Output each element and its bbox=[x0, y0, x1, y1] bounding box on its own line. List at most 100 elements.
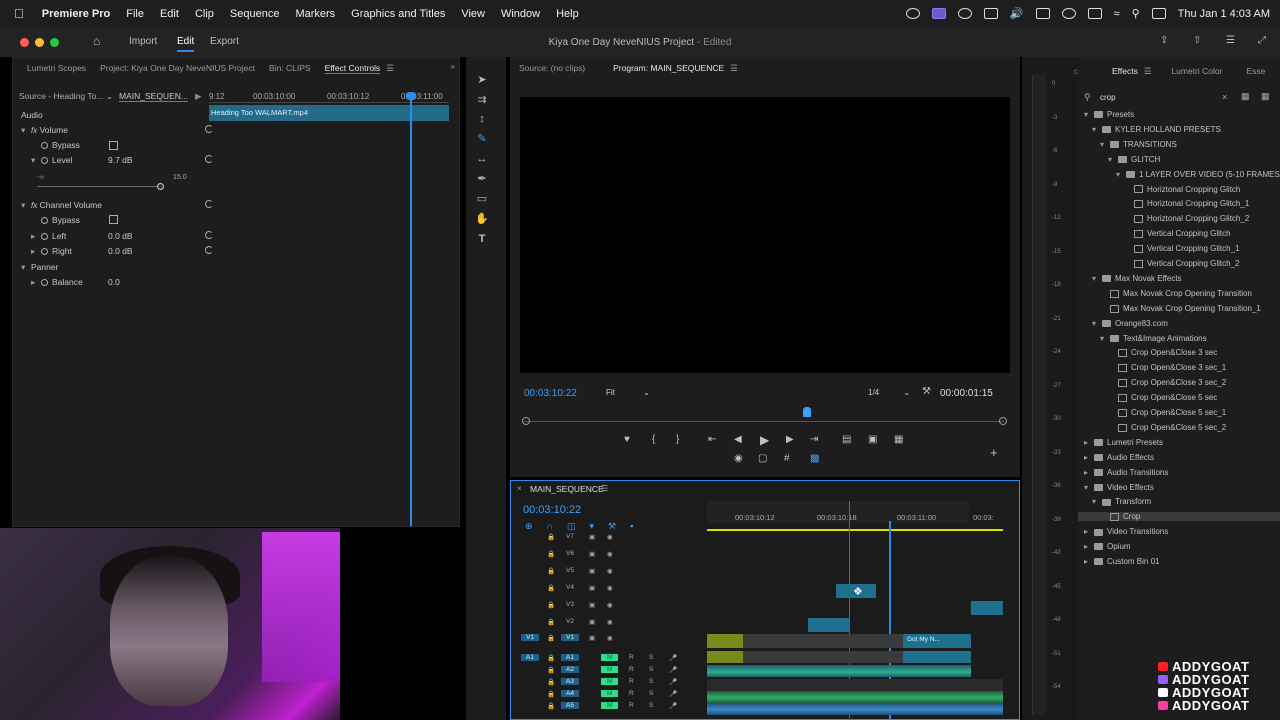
collapse-triangle-icon[interactable]: ▾ bbox=[1092, 497, 1099, 506]
rectangle-tool-icon[interactable]: ▭ bbox=[475, 192, 489, 206]
scrub-bar[interactable] bbox=[524, 421, 1004, 422]
volume-icon[interactable]: 🔊 bbox=[1010, 7, 1024, 20]
solo-button[interactable]: S bbox=[649, 690, 653, 697]
play-only-icon[interactable]: ▶ bbox=[195, 91, 202, 102]
sequence-tab[interactable]: MAIN_SEQUENCE bbox=[530, 484, 604, 494]
mark-out-icon[interactable]: } bbox=[676, 434, 679, 445]
step-back-icon[interactable]: ◀ bbox=[734, 434, 742, 445]
track-v3[interactable]: 🔒 V3 ▣ ◉ bbox=[511, 601, 711, 615]
solo-button[interactable]: S bbox=[649, 702, 653, 709]
record-button[interactable]: R bbox=[629, 690, 634, 697]
tab-essential[interactable]: Esse bbox=[1246, 66, 1265, 76]
audio-clip-a1-gray[interactable] bbox=[743, 651, 903, 663]
program-playhead[interactable] bbox=[803, 407, 811, 417]
apple-icon[interactable]:  bbox=[14, 6, 24, 21]
menu-file[interactable]: File bbox=[126, 8, 144, 20]
sync-icon[interactable]: ▣ bbox=[589, 601, 595, 609]
balance-stopwatch-icon[interactable] bbox=[41, 279, 48, 287]
level-value[interactable]: 9.7 dB bbox=[108, 155, 133, 165]
effects-tree-item[interactable]: Max Novak Crop Opening Transition_1 bbox=[1100, 304, 1261, 313]
mute-button[interactable]: M bbox=[601, 654, 619, 661]
reset-left-icon[interactable] bbox=[205, 231, 213, 239]
voiceover-icon[interactable]: 🎤 bbox=[669, 666, 677, 674]
collapse-triangle-icon[interactable]: ▾ bbox=[1084, 483, 1091, 492]
play-icon[interactable] bbox=[1061, 8, 1076, 19]
channel-volume-row[interactable]: ▾ fx Channel Volume bbox=[21, 200, 102, 211]
effects-tree-item[interactable]: ▾ Orange83.com bbox=[1092, 319, 1168, 328]
lock-icon[interactable]: 🔒 bbox=[547, 634, 555, 642]
solo-button[interactable]: S bbox=[649, 678, 653, 685]
panel-menu-icon[interactable]: ☰ bbox=[386, 63, 394, 74]
lift-icon[interactable]: ▤ bbox=[842, 434, 851, 445]
step-forward-icon[interactable]: ▶ bbox=[786, 434, 794, 445]
expand-icon[interactable]: » bbox=[450, 61, 455, 71]
audio-clip-a4[interactable] bbox=[707, 691, 1003, 703]
effects-tree-item[interactable]: ▾ Video Effects bbox=[1084, 483, 1154, 492]
search-icon[interactable]: ⚲ bbox=[1132, 7, 1140, 20]
track-v4[interactable]: 🔒 V4 ▣ ◉ bbox=[511, 584, 711, 598]
balance-value[interactable]: 0.0 bbox=[108, 277, 120, 287]
menu-sequence[interactable]: Sequence bbox=[230, 8, 280, 20]
clip-v3[interactable] bbox=[971, 601, 1003, 615]
track-v2[interactable]: 🔒 V2 ▣ ◉ bbox=[511, 618, 711, 632]
bypass-checkbox[interactable] bbox=[109, 141, 118, 150]
tab-effects[interactable]: Effects bbox=[1112, 66, 1138, 76]
level-slider-track[interactable] bbox=[37, 186, 162, 187]
menu-view[interactable]: View bbox=[461, 8, 485, 20]
selection-tool-icon[interactable]: ➤ bbox=[475, 73, 489, 87]
wifi-icon[interactable]: ≈ bbox=[1114, 8, 1120, 20]
collapse-triangle-icon[interactable]: ▾ bbox=[1100, 140, 1107, 149]
reset-channel-volume-icon[interactable] bbox=[205, 200, 213, 208]
audio-clip-a1-olive[interactable] bbox=[707, 651, 743, 663]
clock[interactable]: Thu Jan 1 4:03 AM bbox=[1178, 8, 1270, 20]
tab-effect-controls[interactable]: Effect Controls bbox=[324, 63, 381, 74]
lock-icon[interactable]: 🔒 bbox=[547, 690, 555, 698]
record-button[interactable]: R bbox=[629, 678, 634, 685]
level-slider-thumb[interactable] bbox=[157, 183, 164, 190]
expand-triangle-icon[interactable]: ▸ bbox=[1084, 542, 1091, 551]
grid-icon[interactable]: # bbox=[784, 453, 790, 464]
accelerated-effects-icon[interactable]: ▦ bbox=[1241, 91, 1250, 102]
lock-icon[interactable]: 🔒 bbox=[547, 678, 555, 686]
effects-tree-item[interactable]: Crop Open&Close 5 sec bbox=[1108, 393, 1217, 402]
audio-clip-a1-teal[interactable] bbox=[903, 651, 971, 663]
mute-button[interactable]: M bbox=[601, 690, 619, 697]
clip-bar[interactable]: Heading Too WALMART.mp4 bbox=[209, 105, 449, 121]
effects-tree-item[interactable]: ▾ 1 LAYER OVER VIDEO (5-10 FRAMES) bbox=[1116, 170, 1280, 179]
quick-export-icon[interactable]: ⇪ bbox=[1160, 35, 1168, 46]
record-button[interactable]: R bbox=[629, 654, 634, 661]
reset-right-icon[interactable] bbox=[205, 246, 213, 254]
effects-tree-item[interactable]: Crop Open&Close 5 sec_2 bbox=[1108, 423, 1226, 432]
eye-icon[interactable]: ◉ bbox=[607, 618, 613, 626]
expand-triangle-icon[interactable]: ▸ bbox=[1084, 453, 1091, 462]
pen-tool-icon[interactable]: ✒ bbox=[475, 172, 489, 186]
effects-tree-item[interactable]: ▾ Max Novak Effects bbox=[1092, 274, 1182, 283]
effects-tree-item[interactable]: Vertical Cropping Glitch bbox=[1124, 229, 1231, 238]
playhead[interactable] bbox=[410, 94, 412, 526]
fullscreen-icon[interactable]: ⤢ bbox=[1258, 35, 1266, 46]
add-marker-icon[interactable]: ♥ bbox=[624, 434, 630, 445]
comparison-view-icon[interactable]: ▩ bbox=[810, 453, 819, 464]
effects-tree-item[interactable]: ▸ Custom Bin 01 bbox=[1084, 557, 1159, 566]
scrub-start-handle[interactable] bbox=[522, 417, 530, 425]
safe-margins-icon[interactable]: ▢ bbox=[758, 453, 767, 464]
app-menu[interactable]: Premiere Pro bbox=[42, 8, 110, 20]
menu-clip[interactable]: Clip bbox=[195, 8, 214, 20]
eye-icon[interactable]: ◉ bbox=[607, 634, 613, 642]
left-row[interactable]: ▸ Left bbox=[31, 231, 66, 242]
eye-icon[interactable]: ◉ bbox=[607, 567, 613, 575]
sync-icon[interactable]: ▣ bbox=[589, 584, 595, 592]
expand-triangle-icon[interactable]: ▸ bbox=[1084, 557, 1091, 566]
collapse-triangle-icon[interactable]: ▾ bbox=[1092, 319, 1099, 328]
sequence-menu-icon[interactable]: ☰ bbox=[601, 484, 608, 493]
mute-button[interactable]: M bbox=[601, 666, 619, 673]
menu-edit[interactable]: Edit bbox=[160, 8, 179, 20]
right-stopwatch-icon[interactable] bbox=[41, 248, 48, 256]
effects-tree-item[interactable]: Crop Open&Close 3 sec_1 bbox=[1108, 363, 1226, 372]
32bit-effects-icon[interactable]: ▦ bbox=[1261, 91, 1270, 102]
voiceover-icon[interactable]: 🎤 bbox=[669, 702, 677, 710]
effects-tree-item[interactable]: Vertical Cropping Glitch_2 bbox=[1124, 259, 1240, 268]
effects-tree-item[interactable]: ▸ Audio Transitions bbox=[1084, 468, 1168, 477]
lock-icon[interactable]: 🔒 bbox=[547, 584, 555, 592]
adobe-icon[interactable] bbox=[983, 8, 998, 19]
